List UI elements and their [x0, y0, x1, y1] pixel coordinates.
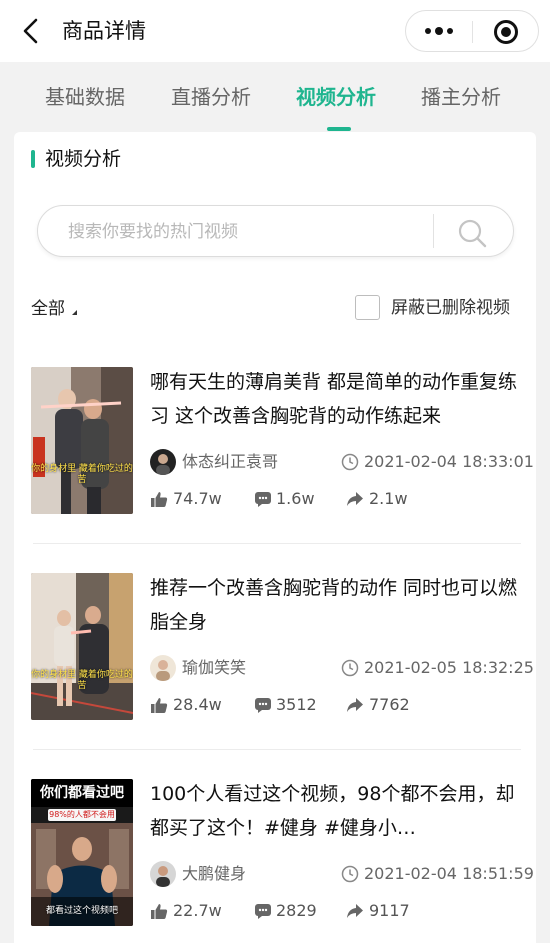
author-avatar[interactable]: [150, 449, 176, 475]
more-dots-icon-right: [447, 28, 453, 34]
video-thumbnail[interactable]: 你们都看过吧 98%的人都不会用 都看过这个视频吧: [31, 779, 133, 926]
tab-video-analysis[interactable]: 视频分析: [296, 82, 376, 112]
hide-deleted-label[interactable]: 屏蔽已删除视频: [391, 296, 510, 320]
thumbs-up-icon: [151, 698, 168, 713]
list-divider: [33, 749, 521, 750]
author-name[interactable]: 大鹏健身: [182, 862, 246, 886]
author-avatar[interactable]: [150, 655, 176, 681]
list-divider: [33, 543, 521, 544]
tab-live-analysis[interactable]: 直播分析: [171, 82, 251, 112]
close-miniprogram-button[interactable]: [494, 20, 518, 44]
thumbnail-caption: 你的身材里 藏着你吃过的苦: [31, 670, 133, 691]
clock-icon: [341, 659, 359, 677]
clock-icon: [341, 865, 359, 883]
section-title: 视频分析: [45, 148, 122, 170]
comment-count: 2829: [276, 901, 317, 920]
more-dots-icon: [425, 28, 431, 34]
comment-count: 1.6w: [276, 489, 315, 508]
section-accent-bar: [31, 150, 35, 168]
thumbnail-badge: 98%的人都不会用: [48, 809, 116, 821]
share-count: 9117: [369, 901, 410, 920]
like-count: 28.4w: [173, 695, 222, 714]
video-thumbnail[interactable]: 你的身材里 藏着你吃过的苦: [31, 367, 133, 514]
search-icon[interactable]: [456, 217, 488, 249]
thumbs-up-icon: [151, 904, 168, 919]
tab-streamer-analysis[interactable]: 播主分析: [421, 82, 501, 112]
more-dots-icon-center: [435, 27, 443, 35]
author-avatar[interactable]: [150, 861, 176, 887]
video-analysis-card: 视频分析 搜索你要找的热门视频 全部 屏蔽已删除视频 你的身材里 藏着你吃过的苦…: [14, 132, 536, 943]
share-icon: [347, 904, 363, 918]
video-list-item[interactable]: 你们都看过吧 98%的人都不会用 都看过这个视频吧 100个人看过这个视频，98…: [14, 779, 536, 943]
publish-time: 2021-02-04 18:33:01: [364, 452, 534, 471]
comment-icon: [255, 698, 271, 713]
share-count: 7762: [369, 695, 410, 714]
search-box[interactable]: 搜索你要找的热门视频: [37, 205, 514, 257]
share-icon: [347, 698, 363, 712]
publish-time: 2021-02-04 18:51:59: [364, 864, 534, 883]
author-name[interactable]: 体态纠正袁哥: [182, 450, 278, 474]
video-thumbnail[interactable]: 你的身材里 藏着你吃过的苦: [31, 573, 133, 720]
video-title[interactable]: 100个人看过这个视频，98个都不会用，却都买了这个！#健身 #健身小…: [150, 777, 528, 845]
comment-count: 3512: [276, 695, 317, 714]
page-title: 商品详情: [62, 19, 146, 43]
hide-deleted-checkbox[interactable]: [355, 295, 380, 320]
comment-icon: [255, 904, 271, 919]
navigation-bar: 商品详情: [0, 0, 550, 62]
thumbnail-headline: 你们都看过吧: [31, 779, 133, 807]
back-arrow-icon[interactable]: [18, 16, 46, 46]
video-title[interactable]: 推荐一个改善含胸驼背的动作 同时也可以燃脂全身: [150, 571, 528, 639]
like-count: 74.7w: [173, 489, 222, 508]
tab-basic-data[interactable]: 基础数据: [45, 82, 125, 112]
miniprogram-capsule: [405, 10, 539, 52]
tab-bar: 基础数据 直播分析 视频分析 播主分析: [0, 62, 550, 132]
publish-time: 2021-02-05 18:32:25: [364, 658, 534, 677]
more-menu-button[interactable]: [406, 11, 472, 51]
share-count: 2.1w: [369, 489, 408, 508]
clock-icon: [341, 453, 359, 471]
share-icon: [347, 492, 363, 506]
search-input[interactable]: 搜索你要找的热门视频: [68, 220, 238, 244]
capsule-divider: [472, 21, 473, 43]
active-tab-indicator: [327, 127, 351, 131]
dropdown-caret-icon: [72, 310, 77, 315]
comment-icon: [255, 492, 271, 507]
thumbs-up-icon: [151, 492, 168, 507]
search-divider: [433, 214, 434, 248]
thumbnail-caption: 你的身材里 藏着你吃过的苦: [31, 464, 133, 485]
thumbnail-caption: 都看过这个视频吧: [45, 906, 118, 916]
video-title[interactable]: 哪有天生的薄肩美背 都是简单的动作重复练习 这个改善含胸驼背的动作练起来: [150, 365, 528, 433]
like-count: 22.7w: [173, 901, 222, 920]
sort-dropdown[interactable]: 全部: [31, 297, 65, 321]
author-name[interactable]: 瑜伽笑笑: [182, 656, 246, 680]
